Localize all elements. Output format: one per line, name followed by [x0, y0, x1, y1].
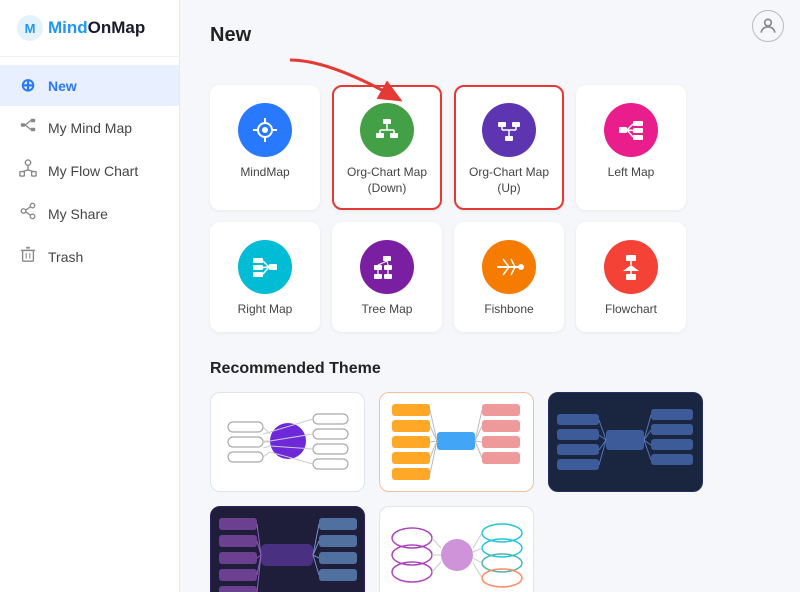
- topbar: [752, 10, 784, 42]
- left-map-label: Left Map: [608, 165, 655, 181]
- org-chart-down-icon: [360, 103, 414, 157]
- left-map-icon: [604, 103, 658, 157]
- main-content: New MindMap Org-Chart Map(Down): [180, 0, 800, 592]
- template-org-chart-up[interactable]: Org-Chart Map (Up): [454, 85, 564, 210]
- template-mindmap[interactable]: MindMap: [210, 85, 320, 210]
- sidebar-item-my-share[interactable]: My Share: [0, 192, 179, 235]
- sidebar-item-my-share-label: My Share: [48, 206, 108, 222]
- nav-items: ⊕ New My Mind Map My Flow Chart My Share: [0, 57, 179, 286]
- sidebar-item-trash[interactable]: Trash: [0, 235, 179, 278]
- flowchart-label: Flowchart: [605, 302, 657, 318]
- share-icon: [18, 202, 38, 225]
- tree-map-icon: [360, 240, 414, 294]
- template-org-chart-down[interactable]: Org-Chart Map(Down): [332, 85, 442, 210]
- mindmap-label: MindMap: [240, 165, 289, 181]
- theme-card-4[interactable]: [210, 506, 365, 592]
- theme-card-3[interactable]: [548, 392, 703, 492]
- sidebar-item-trash-label: Trash: [48, 249, 83, 265]
- fishbone-icon: [482, 240, 536, 294]
- sidebar: M MindOnMap ⊕ New My Mind Map My Flow Ch…: [0, 0, 180, 592]
- template-grid: MindMap Org-Chart Map(Down) Org-Chart Ma…: [210, 85, 770, 332]
- template-left-map[interactable]: Left Map: [576, 85, 686, 210]
- section-title: New: [210, 24, 770, 47]
- theme-grid: [210, 392, 770, 592]
- mind-map-icon: [18, 116, 38, 139]
- tree-map-label: Tree Map: [362, 302, 413, 318]
- right-map-icon: [238, 240, 292, 294]
- template-right-map[interactable]: Right Map: [210, 222, 320, 332]
- fishbone-label: Fishbone: [484, 302, 533, 318]
- plus-icon: ⊕: [18, 75, 38, 96]
- user-avatar[interactable]: [752, 10, 784, 42]
- svg-text:M: M: [25, 21, 36, 36]
- flow-chart-icon: [18, 159, 38, 182]
- flowchart-icon: [604, 240, 658, 294]
- org-chart-up-icon: [482, 103, 536, 157]
- theme-card-2[interactable]: [379, 392, 534, 492]
- theme-card-1[interactable]: [210, 392, 365, 492]
- theme-card-5[interactable]: [379, 506, 534, 592]
- sidebar-item-my-flow-chart[interactable]: My Flow Chart: [0, 149, 179, 192]
- org-chart-down-label: Org-Chart Map(Down): [347, 165, 427, 196]
- org-chart-up-label: Org-Chart Map (Up): [466, 165, 552, 196]
- logo[interactable]: M MindOnMap: [16, 14, 163, 42]
- trash-icon: [18, 245, 38, 268]
- template-flowchart[interactable]: Flowchart: [576, 222, 686, 332]
- template-fishbone[interactable]: Fishbone: [454, 222, 564, 332]
- logo-text: MindOnMap: [48, 18, 145, 38]
- sidebar-item-new-label: New: [48, 78, 77, 94]
- sidebar-item-my-flow-chart-label: My Flow Chart: [48, 163, 138, 179]
- recommended-title: Recommended Theme: [210, 360, 770, 378]
- right-map-label: Right Map: [238, 302, 293, 318]
- template-tree-map[interactable]: Tree Map: [332, 222, 442, 332]
- sidebar-item-my-mind-map[interactable]: My Mind Map: [0, 106, 179, 149]
- sidebar-item-my-mind-map-label: My Mind Map: [48, 120, 132, 136]
- sidebar-item-new[interactable]: ⊕ New: [0, 65, 179, 106]
- logo-area: M MindOnMap: [0, 0, 179, 57]
- mindmap-icon: [238, 103, 292, 157]
- logo-icon: M: [16, 14, 44, 42]
